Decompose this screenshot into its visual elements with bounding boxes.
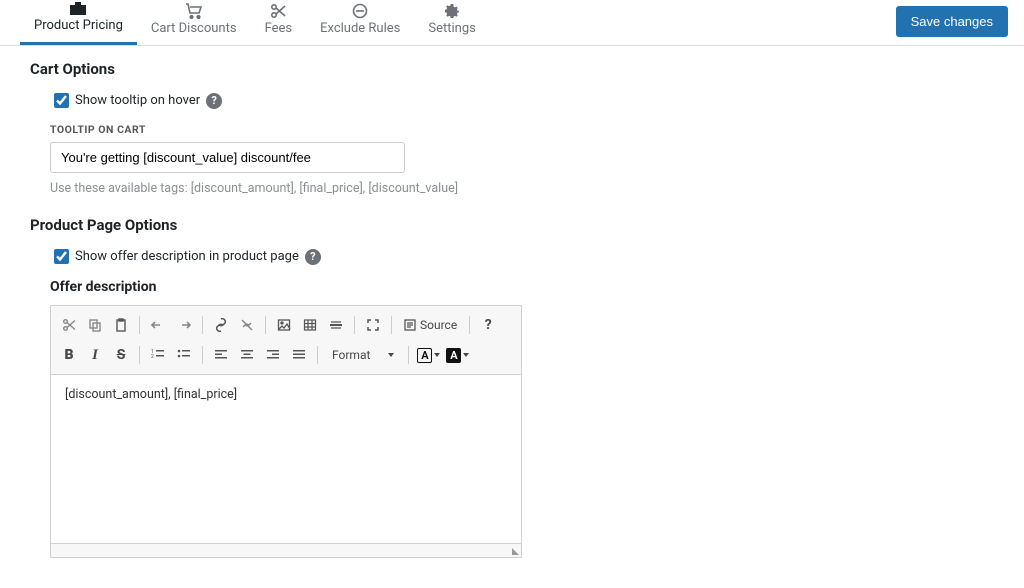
tab-label: Settings	[428, 21, 475, 36]
tab-bar: Product Pricing Cart Discounts Fees Excl…	[0, 0, 1024, 46]
toolbar-separator	[202, 316, 203, 334]
chevron-down-icon	[434, 353, 440, 357]
chevron-down-icon	[463, 353, 469, 357]
link-icon[interactable]	[209, 313, 233, 337]
editor-toolbar: Source ? B I S 12 Format	[51, 306, 521, 375]
text-color-icon: A	[417, 348, 432, 363]
hr-icon[interactable]	[324, 313, 348, 337]
italic-icon[interactable]: I	[83, 343, 107, 367]
toolbar-separator	[139, 316, 140, 334]
help-icon[interactable]: ?	[476, 313, 500, 337]
chevron-down-icon	[388, 353, 394, 357]
tab-exclude-rules[interactable]: Exclude Rules	[306, 0, 414, 45]
tab-label: Product Pricing	[34, 18, 123, 33]
tab-settings[interactable]: Settings	[414, 0, 489, 45]
help-icon[interactable]: ?	[305, 249, 321, 265]
help-icon[interactable]: ?	[206, 93, 222, 109]
toolbar-separator	[354, 316, 355, 334]
bg-color-dropdown[interactable]: A	[444, 343, 471, 367]
svg-text:2: 2	[151, 354, 154, 360]
format-dropdown[interactable]: Format	[324, 343, 402, 367]
source-label: Source	[420, 318, 457, 332]
tab-label: Fees	[265, 21, 293, 36]
maximize-icon[interactable]	[361, 313, 385, 337]
source-button[interactable]: Source	[398, 313, 463, 337]
briefcase-icon	[69, 2, 87, 16]
ordered-list-icon[interactable]: 12	[146, 343, 170, 367]
tooltip-on-cart-label: TOOLTIP ON CART	[50, 123, 994, 136]
cart-options-heading: Cart Options	[30, 60, 994, 78]
show-tooltip-checkbox-row: Show tooltip on hover ?	[30, 90, 994, 111]
cart-icon	[185, 3, 203, 19]
toolbar-separator	[317, 346, 318, 364]
show-offer-desc-checkbox[interactable]	[54, 249, 69, 264]
toolbar-separator	[202, 346, 203, 364]
product-page-options-heading: Product Page Options	[30, 216, 994, 234]
align-justify-icon[interactable]	[287, 343, 311, 367]
align-left-icon[interactable]	[209, 343, 233, 367]
offer-description-heading: Offer description	[50, 279, 994, 295]
toolbar-separator	[265, 316, 266, 334]
image-icon[interactable]	[272, 313, 296, 337]
tab-label: Exclude Rules	[320, 21, 400, 36]
toolbar-separator	[139, 346, 140, 364]
toolbar-separator	[408, 346, 409, 364]
tab-label: Cart Discounts	[151, 21, 237, 36]
show-offer-desc-label[interactable]: Show offer description in product page	[75, 249, 299, 264]
table-icon[interactable]	[298, 313, 322, 337]
save-changes-button[interactable]: Save changes	[896, 6, 1008, 37]
toolbar-separator	[391, 316, 392, 334]
editor-content-area[interactable]: [discount_amount], [final_price]	[51, 375, 521, 543]
text-color-dropdown[interactable]: A	[415, 343, 442, 367]
tooltip-hint-text: Use these available tags: [discount_amou…	[50, 181, 994, 196]
gear-icon	[444, 3, 460, 19]
editor-text: [discount_amount], [final_price]	[65, 387, 237, 402]
paste-icon[interactable]	[109, 313, 133, 337]
align-right-icon[interactable]	[261, 343, 285, 367]
tab-product-pricing[interactable]: Product Pricing	[20, 0, 137, 45]
undo-icon[interactable]	[146, 313, 170, 337]
copy-icon[interactable]	[83, 313, 107, 337]
editor-resize-handle[interactable]	[51, 543, 521, 557]
show-tooltip-checkbox[interactable]	[54, 93, 69, 108]
resize-grip-icon	[512, 548, 519, 555]
exclude-icon	[352, 3, 368, 19]
show-tooltip-label[interactable]: Show tooltip on hover	[75, 93, 200, 108]
bg-color-icon: A	[446, 348, 461, 363]
show-offer-desc-checkbox-row: Show offer description in product page ?	[30, 246, 994, 267]
source-icon	[404, 319, 416, 331]
scissors-icon	[270, 3, 286, 19]
unlink-icon[interactable]	[235, 313, 259, 337]
format-label: Format	[332, 348, 370, 362]
redo-icon[interactable]	[172, 313, 196, 337]
tab-fees[interactable]: Fees	[251, 0, 307, 45]
bold-icon[interactable]: B	[57, 343, 81, 367]
unordered-list-icon[interactable]	[172, 343, 196, 367]
align-center-icon[interactable]	[235, 343, 259, 367]
tab-cart-discounts[interactable]: Cart Discounts	[137, 0, 251, 45]
main-content: Cart Options Show tooltip on hover ? TOO…	[0, 46, 1024, 588]
strikethrough-icon[interactable]: S	[109, 343, 133, 367]
toolbar-separator	[469, 316, 470, 334]
tooltip-on-cart-input[interactable]	[50, 142, 405, 173]
rich-text-editor: Source ? B I S 12 Format	[50, 305, 522, 558]
cut-icon[interactable]	[57, 313, 81, 337]
